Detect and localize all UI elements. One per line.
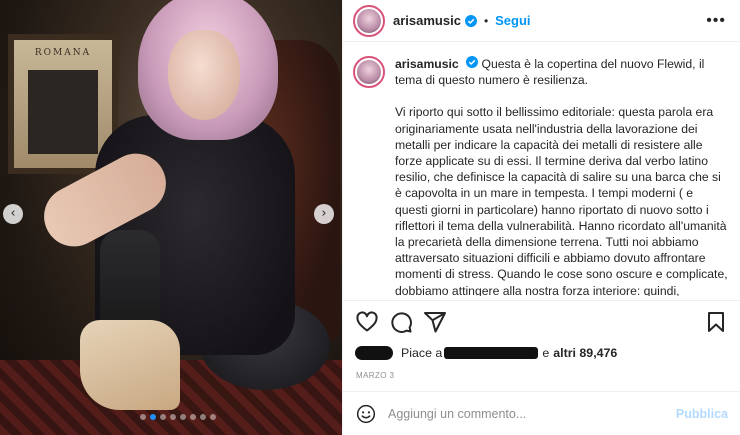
carousel-dot [200,414,206,420]
follow-button[interactable]: Segui [495,13,530,28]
comment-input[interactable] [388,406,648,421]
post-header: arisamusic • Segui ••• [343,0,740,42]
likes-middle: e [542,346,550,360]
next-slide-button[interactable]: › [314,204,334,224]
separator-dot: • [483,13,489,28]
frame-text: ROMANA [34,48,92,58]
share-icon[interactable] [423,310,447,334]
carousel-dot [170,414,176,420]
post-date[interactable]: MARZO 3 [356,371,394,380]
comment-icon[interactable] [389,310,413,334]
emoji-icon[interactable] [356,404,376,424]
caption-avatar[interactable] [353,56,385,88]
avatar[interactable] [353,4,385,37]
comment-bar: Pubblica [343,391,740,435]
caption-body: Vi riporto qui sotto il bellissimo edito… [395,105,728,296]
caption-username-link[interactable]: arisamusic [395,57,459,71]
likes-prefix: Piace a [401,346,443,360]
face [168,30,240,120]
bookmark-icon[interactable] [704,310,728,334]
previous-slide-button[interactable]: ‹ [3,204,23,224]
carousel-dot [160,414,166,420]
action-bar [343,300,740,342]
caption: arisamusic Questa è la copertina del nuo… [343,43,740,296]
carousel-indicator [140,414,216,420]
liker-name-redacted[interactable] [444,347,539,359]
carousel-dot [210,414,216,420]
username-link[interactable]: arisamusic [393,13,461,28]
carousel-dot [150,414,156,420]
carousel-dot [140,414,146,420]
likes-line: Piace a e altri 89,476 [355,346,617,360]
post-sidebar: arisamusic • Segui ••• arisamusic Questa… [342,0,740,435]
publish-button[interactable]: Pubblica [676,407,728,421]
post-photo[interactable]: ROMANA ‹ › [0,0,342,435]
liker-avatar-redacted[interactable] [355,346,393,360]
likes-others-link[interactable]: altri 89,476 [553,346,617,360]
carousel-dot [190,414,196,420]
heart-icon[interactable] [355,310,379,334]
verified-badge-icon [466,56,479,68]
more-options-icon[interactable]: ••• [706,12,726,30]
lace-up-shoe [80,320,180,410]
carousel-dot [180,414,186,420]
verified-badge-icon [464,14,477,27]
